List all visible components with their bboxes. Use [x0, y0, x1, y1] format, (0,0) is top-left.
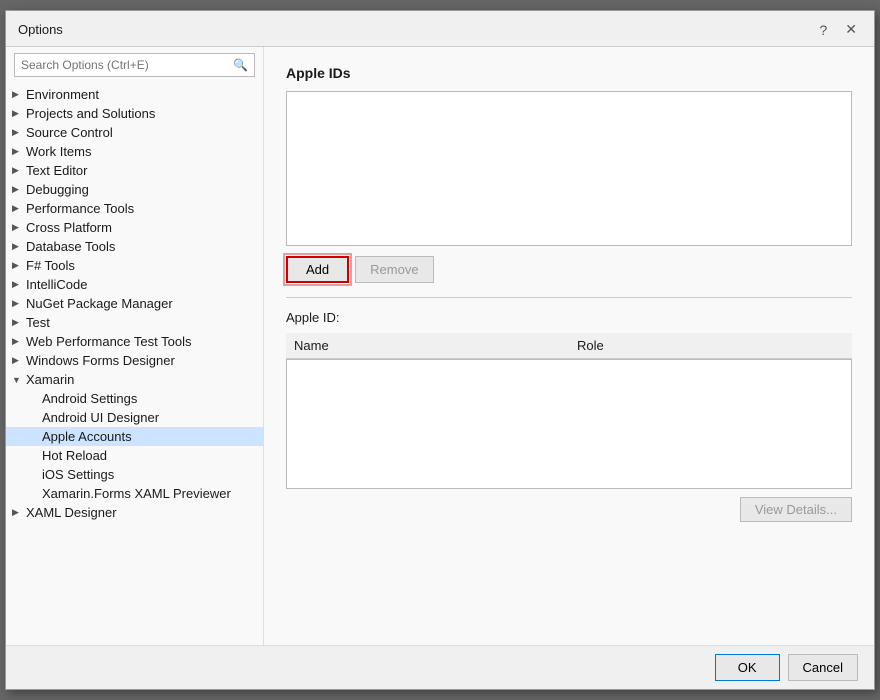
view-details-button[interactable]: View Details...	[740, 497, 852, 522]
expand-arrow: ▶	[12, 165, 26, 176]
sidebar-item-text-editor[interactable]: ▶ Text Editor	[6, 161, 263, 180]
close-button[interactable]: ✕	[840, 19, 862, 40]
sidebar-item-work-items[interactable]: ▶ Work Items	[6, 142, 263, 161]
expand-arrow: ▼	[12, 375, 26, 385]
apple-ids-list	[286, 91, 852, 246]
sidebar-item-web-perf-test-tools[interactable]: ▶ Web Performance Test Tools	[6, 332, 263, 351]
sidebar-item-performance-tools[interactable]: ▶ Performance Tools	[6, 199, 263, 218]
sidebar-item-debugging[interactable]: ▶ Debugging	[6, 180, 263, 199]
expand-arrow: ▶	[12, 184, 26, 195]
options-tree: ▶ Environment ▶ Projects and Solutions ▶…	[6, 83, 263, 645]
expand-arrow: ▶	[12, 146, 26, 157]
sidebar-item-label: Test	[26, 315, 255, 330]
expand-arrow: ▶	[12, 127, 26, 138]
sidebar-item-label: Database Tools	[26, 239, 255, 254]
sidebar-item-label: Work Items	[26, 144, 255, 159]
sidebar-item-cross-platform[interactable]: ▶ Cross Platform	[6, 218, 263, 237]
sidebar-item-label: Performance Tools	[26, 201, 255, 216]
options-dialog: Options ? ✕ 🔍 ▶ Environment ▶ Projects a…	[5, 10, 875, 690]
add-remove-row: Add Remove	[286, 256, 852, 283]
sidebar-item-label: Web Performance Test Tools	[26, 334, 255, 349]
sidebar-item-label: Environment	[26, 87, 255, 102]
expand-arrow: ▶	[12, 203, 26, 214]
sidebar-item-label: Xamarin	[26, 372, 255, 387]
sidebar-item-label: Hot Reload	[42, 448, 107, 463]
add-button[interactable]: Add	[286, 256, 349, 283]
expand-arrow: ▶	[12, 279, 26, 290]
sidebar-item-label: IntelliCode	[26, 277, 255, 292]
sidebar: 🔍 ▶ Environment ▶ Projects and Solutions…	[6, 47, 264, 645]
sidebar-item-xaml-designer[interactable]: ▶ XAML Designer	[6, 503, 263, 522]
sidebar-item-xamarin-forms-xaml-previewer[interactable]: Xamarin.Forms XAML Previewer	[6, 484, 263, 503]
expand-arrow: ▶	[12, 355, 26, 366]
divider	[286, 297, 852, 298]
sidebar-item-label: Debugging	[26, 182, 255, 197]
sidebar-item-label: F# Tools	[26, 258, 255, 273]
sidebar-item-label: XAML Designer	[26, 505, 255, 520]
expand-arrow: ▶	[12, 507, 26, 518]
sidebar-item-label: Android Settings	[42, 391, 137, 406]
sidebar-item-label: Android UI Designer	[42, 410, 159, 425]
sidebar-item-windows-forms-designer[interactable]: ▶ Windows Forms Designer	[6, 351, 263, 370]
title-bar-buttons: ? ✕	[814, 19, 862, 40]
title-bar: Options ? ✕	[6, 11, 874, 47]
sidebar-item-label: Windows Forms Designer	[26, 353, 255, 368]
sidebar-item-label: Cross Platform	[26, 220, 255, 235]
search-box[interactable]: 🔍	[14, 53, 255, 77]
apple-id-table	[286, 359, 852, 489]
xamarin-children: Android Settings Android UI Designer App…	[6, 389, 263, 503]
ok-button[interactable]: OK	[715, 654, 780, 681]
apple-id-label: Apple ID:	[286, 310, 852, 325]
sidebar-item-android-settings[interactable]: Android Settings	[6, 389, 263, 408]
table-header: Name Role	[286, 333, 852, 359]
sidebar-item-android-ui-designer[interactable]: Android UI Designer	[6, 408, 263, 427]
sidebar-item-apple-accounts[interactable]: Apple Accounts	[6, 427, 263, 446]
remove-button[interactable]: Remove	[355, 256, 433, 283]
sidebar-item-environment[interactable]: ▶ Environment	[6, 85, 263, 104]
sidebar-item-label: NuGet Package Manager	[26, 296, 255, 311]
sidebar-item-fsharp-tools[interactable]: ▶ F# Tools	[6, 256, 263, 275]
sidebar-item-intellicode[interactable]: ▶ IntelliCode	[6, 275, 263, 294]
sidebar-item-ios-settings[interactable]: iOS Settings	[6, 465, 263, 484]
sidebar-item-label: Source Control	[26, 125, 255, 140]
help-button[interactable]: ?	[814, 20, 832, 40]
sidebar-item-nuget-package-manager[interactable]: ▶ NuGet Package Manager	[6, 294, 263, 313]
main-content: Apple IDs Add Remove Apple ID: Name Role…	[264, 47, 874, 645]
sidebar-item-xamarin[interactable]: ▼ Xamarin	[6, 370, 263, 389]
sidebar-item-projects-solutions[interactable]: ▶ Projects and Solutions	[6, 104, 263, 123]
search-input[interactable]	[15, 54, 227, 76]
col-name-header: Name	[286, 336, 569, 355]
expand-arrow: ▶	[12, 222, 26, 233]
expand-arrow: ▶	[12, 298, 26, 309]
expand-arrow: ▶	[12, 89, 26, 100]
expand-arrow: ▶	[12, 317, 26, 328]
section-title: Apple IDs	[286, 65, 852, 81]
expand-arrow: ▶	[12, 260, 26, 271]
expand-arrow: ▶	[12, 241, 26, 252]
cancel-button[interactable]: Cancel	[788, 654, 858, 681]
col-role-header: Role	[569, 336, 852, 355]
dialog-body: 🔍 ▶ Environment ▶ Projects and Solutions…	[6, 47, 874, 645]
search-icon: 🔍	[227, 55, 254, 75]
sidebar-item-hot-reload[interactable]: Hot Reload	[6, 446, 263, 465]
expand-arrow: ▶	[12, 336, 26, 347]
view-details-row: View Details...	[286, 497, 852, 522]
sidebar-item-label: iOS Settings	[42, 467, 114, 482]
sidebar-item-label: Apple Accounts	[42, 429, 132, 444]
sidebar-item-label: Text Editor	[26, 163, 255, 178]
expand-arrow: ▶	[12, 108, 26, 119]
sidebar-item-source-control[interactable]: ▶ Source Control	[6, 123, 263, 142]
sidebar-item-label: Projects and Solutions	[26, 106, 255, 121]
sidebar-item-test[interactable]: ▶ Test	[6, 313, 263, 332]
sidebar-item-label: Xamarin.Forms XAML Previewer	[42, 486, 231, 501]
dialog-footer: OK Cancel	[6, 645, 874, 689]
sidebar-item-database-tools[interactable]: ▶ Database Tools	[6, 237, 263, 256]
dialog-title: Options	[18, 22, 63, 37]
